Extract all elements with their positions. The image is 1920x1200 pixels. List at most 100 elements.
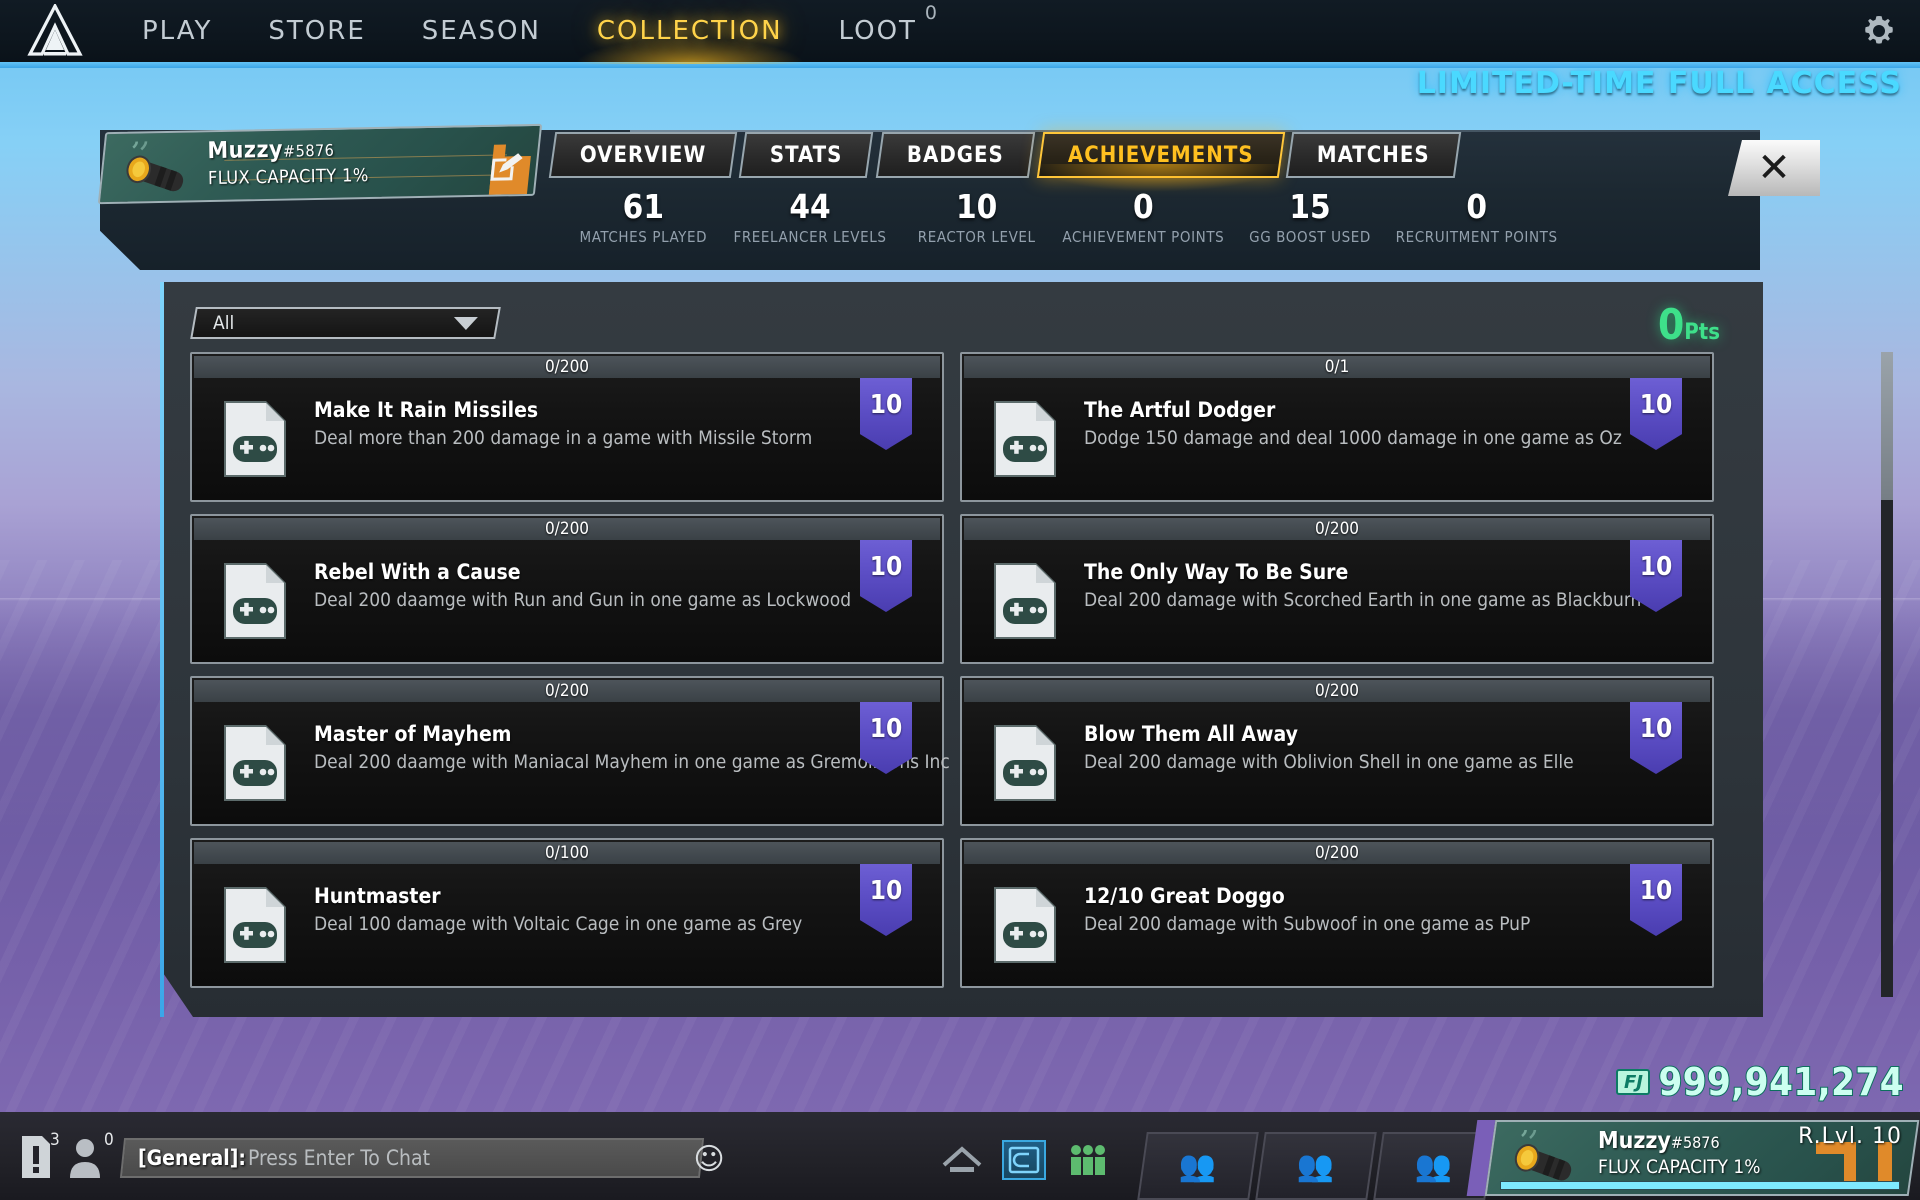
achievement-points-badge: 10 <box>860 378 912 450</box>
chevron-down-icon <box>454 316 478 330</box>
nav-item-play[interactable]: PLAY <box>114 0 240 62</box>
smiley-icon[interactable]: ☺ <box>688 1138 730 1180</box>
achievement-card[interactable]: 0/200 Blow Them All Away Deal 200 damage… <box>960 676 1714 826</box>
achievement-description: Dodge 150 damage and deal 1000 damage in… <box>1084 427 1622 449</box>
achievement-text: Rebel With a Cause Deal 200 daamge with … <box>314 560 852 611</box>
edit-pencil-icon[interactable] <box>486 150 524 185</box>
achievement-progress-text: 0/200 <box>544 681 590 701</box>
tab-badges-label: BADGES <box>906 142 1004 168</box>
achievement-card[interactable]: 0/200 The Only Way To Be Sure Deal 200 d… <box>960 514 1714 664</box>
bottom-player-xp-bar <box>1500 1181 1900 1190</box>
achievements-scrollbar-thumb[interactable] <box>1881 352 1893 500</box>
stat-value: 15 <box>1289 187 1331 226</box>
squad-slots: 👥 👥 👥 <box>1137 1132 1495 1200</box>
roster-icon[interactable] <box>1064 1140 1108 1180</box>
achievement-card[interactable]: 0/100 Huntmaster Deal 100 damage with Vo… <box>190 838 944 988</box>
stat-value: 10 <box>956 187 998 226</box>
achievement-points-value: 10 <box>869 876 903 906</box>
achievement-points-value: 10 <box>1639 876 1673 906</box>
achievement-progress-text: 0/200 <box>1314 519 1360 539</box>
achievement-text: Blow Them All Away Deal 200 damage with … <box>1084 722 1592 773</box>
achievement-progress-bar: 0/200 <box>194 356 940 378</box>
close-icon: ✕ <box>1757 145 1791 191</box>
achievement-filter-dropdown[interactable]: All <box>190 307 501 339</box>
chat-input[interactable]: [General]: Press Enter To Chat <box>119 1138 705 1178</box>
tab-matches[interactable]: MATCHES <box>1286 132 1462 178</box>
achievement-title: Huntmaster <box>314 884 441 908</box>
achievement-points-badge: 10 <box>1630 378 1682 450</box>
achievement-description: Deal 200 daamge with Maniacal Mayhem in … <box>314 751 950 773</box>
achievement-title: Master of Mayhem <box>314 722 512 746</box>
achievement-description: Deal 100 damage with Voltaic Cage in one… <box>314 913 803 935</box>
achievement-progress-text: 0/1 <box>1324 357 1350 377</box>
stat-label: FREELANCER LEVELS <box>733 227 887 246</box>
achievement-card[interactable]: 0/200 Master of Mayhem Deal 200 daamge w… <box>190 676 950 826</box>
nav-label-store: STORE <box>268 16 366 46</box>
top-navigation-bar: PLAY STORE SEASON COLLECTION LOOT 0 <box>0 0 1920 64</box>
stat-reactor-level: 10 REACTOR LEVEL <box>893 187 1060 246</box>
bottom-player-card[interactable]: Muzzy#5876 FLUX CAPACITY 1% R.Lvl. 10 <box>1484 1120 1920 1196</box>
stat-label: RECRUITMENT POINTS <box>1395 227 1558 246</box>
achievement-title: Blow Them All Away <box>1084 722 1298 746</box>
atlas-logo-icon[interactable] <box>12 0 98 62</box>
achievement-progress-text: 0/200 <box>1314 843 1360 863</box>
achievement-progress-bar: 0/1 <box>964 356 1710 378</box>
squad-slot-1[interactable]: 👥 <box>1137 1132 1259 1200</box>
stat-gg-boost-used: 15 GG BOOST USED <box>1227 187 1394 245</box>
player-name-text: Muzzy <box>207 136 284 165</box>
nav-item-store[interactable]: STORE <box>240 0 393 62</box>
achievement-card[interactable]: 0/200 12/10 Great Doggo Deal 200 damage … <box>960 838 1714 988</box>
friend-count: 0 <box>104 1130 114 1150</box>
nav-item-loot[interactable]: LOOT 0 <box>811 0 945 62</box>
achievement-points-badge: 10 <box>1630 864 1682 936</box>
bottom-player-name-text: Muzzy <box>1598 1128 1671 1154</box>
limited-access-banner: LIMITED-TIME FULL ACCESS <box>1416 66 1902 101</box>
tab-overview-label: OVERVIEW <box>580 142 707 168</box>
achievement-progress-text: 0/200 <box>544 519 590 539</box>
achievement-card[interactable]: 0/200 Rebel With a Cause Deal 200 daamge… <box>190 514 944 664</box>
achievement-card[interactable]: 0/200 Make It Rain Missiles Deal more th… <box>190 352 944 502</box>
achievement-title: The Only Way To Be Sure <box>1084 560 1349 584</box>
card-icon[interactable] <box>1002 1140 1046 1180</box>
achievement-gamepad-icon <box>990 560 1060 642</box>
achievement-text: 12/10 Great Doggo Deal 200 damage with S… <box>1084 884 1592 935</box>
people-icon: 👥 <box>1179 1149 1217 1183</box>
achievement-points-badge: 10 <box>1630 702 1682 774</box>
tab-achievements[interactable]: ACHIEVEMENTS <box>1036 132 1285 178</box>
tab-badges[interactable]: BADGES <box>875 132 1035 178</box>
alert-icon[interactable] <box>18 1134 54 1180</box>
achievement-title: Rebel With a Cause <box>314 560 521 584</box>
achievement-text: Make It Rain Missiles Deal more than 200… <box>314 398 822 449</box>
loot-count-badge: 0 <box>924 2 939 24</box>
content-accent-edge <box>160 282 164 1017</box>
achievement-card[interactable]: 0/1 The Artful Dodger Dodge 150 damage a… <box>960 352 1714 502</box>
achievement-description: Deal more than 200 damage in a game with… <box>314 427 813 449</box>
achievement-description: Deal 200 daamge with Run and Gun in one … <box>314 589 852 611</box>
achievement-gamepad-icon <box>220 560 290 642</box>
achievement-title: 12/10 Great Doggo <box>1084 884 1285 908</box>
achievement-progress-bar: 0/200 <box>194 680 940 702</box>
friends-icon[interactable] <box>66 1134 106 1180</box>
stat-label: REACTOR LEVEL <box>917 227 1036 246</box>
tab-overview[interactable]: OVERVIEW <box>548 132 738 178</box>
home-icon[interactable] <box>940 1140 984 1180</box>
achievement-description: Deal 200 damage with Scorched Earth in o… <box>1084 589 1642 611</box>
nav-underline <box>0 62 1920 68</box>
achievement-progress-text: 0/100 <box>544 843 590 863</box>
achievement-description: Deal 200 damage with Subwoof in one game… <box>1084 913 1531 935</box>
nav-item-season[interactable]: SEASON <box>394 0 569 62</box>
achievements-scrollbar-track[interactable] <box>1881 352 1893 997</box>
achievement-gamepad-icon <box>220 884 290 966</box>
stat-matches-played: 61 MATCHES PLAYED <box>560 189 727 245</box>
close-button[interactable]: ✕ <box>1728 140 1820 196</box>
nav-item-collection[interactable]: COLLECTION <box>569 0 811 64</box>
people-icon: 👥 <box>1415 1149 1453 1183</box>
achievement-text: The Only Way To Be Sure Deal 200 damage … <box>1084 560 1642 611</box>
achievement-progress-text: 0/200 <box>544 357 590 377</box>
tab-stats[interactable]: STATS <box>739 132 875 178</box>
nav-label-collection: COLLECTION <box>596 16 783 46</box>
squad-slot-2[interactable]: 👥 <box>1255 1132 1377 1200</box>
player-card[interactable]: Muzzy#5876 FLUX CAPACITY 1% <box>97 123 543 205</box>
stat-freelancer-levels: 44 FREELANCER LEVELS <box>727 189 894 246</box>
gear-icon[interactable] <box>1860 12 1898 50</box>
